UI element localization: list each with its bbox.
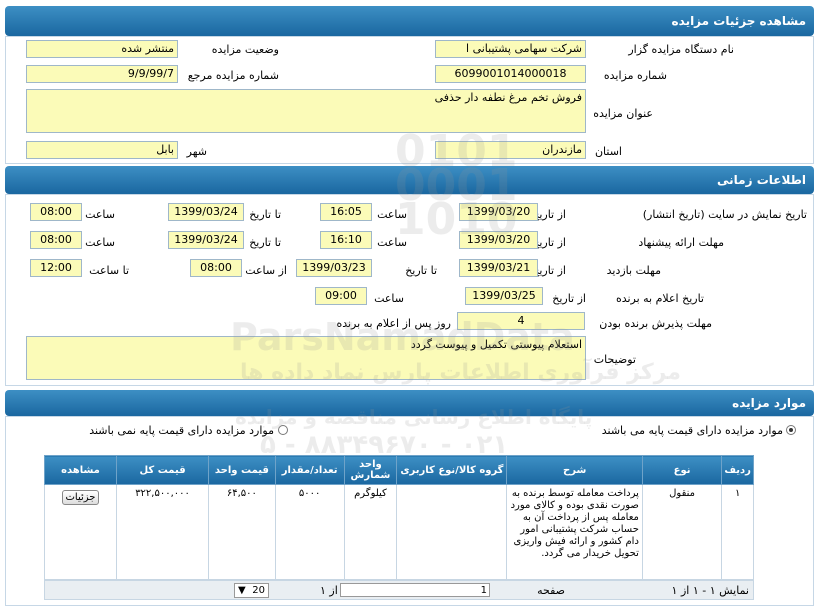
- visit-to-time: 12:00: [30, 259, 82, 277]
- announce-time-label: ساعت: [374, 292, 404, 305]
- subject-label: عنوان مزایده: [593, 107, 653, 120]
- notes-field: استعلام پیوستی تکمیل و پیوست گردد: [26, 336, 586, 380]
- announce-label: تاریخ اعلام به برنده: [615, 292, 704, 305]
- province-field: مازندران: [435, 141, 586, 159]
- status-label: وضعیت مزایده: [211, 43, 279, 56]
- details-header: مشاهده جزئیات مزایده: [5, 6, 814, 36]
- org-field: شرکت سهامی پشتیبانی ا: [435, 40, 586, 58]
- column-header: تعداد/مقدار: [274, 455, 345, 485]
- items-table: ردیف نوع شرح گروه کالا/نوع کاربری واحد ش…: [43, 455, 754, 580]
- ref-number-label: شماره مزایده مرجع: [187, 69, 279, 82]
- ref-number-field: 9/9/99/7: [26, 65, 178, 83]
- publish-range-label: تاریخ نمایش در سایت (تاریخ انتشار): [642, 208, 807, 221]
- visit-from-time: 08:00: [190, 259, 242, 277]
- cell-group: [396, 484, 508, 580]
- visit-to-date: 1399/03/23: [296, 259, 372, 277]
- city-label: شهر: [186, 145, 207, 158]
- pager-bar: نمایش ۱ - ۱ از ۱ صفحه 1 از ۱ ▼ 20: [44, 580, 754, 600]
- offer-time1-label: ساعت: [377, 236, 407, 249]
- offer-to-date: 1399/03/24: [168, 231, 244, 249]
- page-size-value: 20: [252, 585, 265, 596]
- offer-time2: 08:00: [30, 231, 82, 249]
- radio-without-base-price[interactable]: [278, 425, 288, 435]
- cell-index: ۱: [721, 484, 754, 580]
- column-header: گروه کالا/نوع کاربری: [396, 455, 508, 485]
- column-header: ردیف: [721, 455, 754, 485]
- auction-details-page: مشاهده جزئیات مزایده نام دستگاه مزایده گ…: [0, 0, 819, 611]
- announce-time: 09:00: [315, 287, 367, 305]
- visit-range-label: مهلت بازدید: [606, 264, 661, 277]
- column-header: مشاهده: [43, 455, 118, 485]
- offer-time1: 16:10: [320, 231, 372, 249]
- radio-without-base-price-label: موارد مزایده دارای قیمت پایه نمی باشند: [89, 424, 274, 437]
- timing-header: اطلاعات زمانی: [5, 166, 814, 194]
- table-header-row: ردیف نوع شرح گروه کالا/نوع کاربری واحد ش…: [43, 455, 754, 485]
- subject-field: فروش تخم مرغ نطفه دار حذفی: [26, 89, 586, 133]
- cell-view: جزئیات: [43, 484, 118, 580]
- visit-to-time-label: تا ساعت: [89, 264, 129, 277]
- city-field: بابل: [26, 141, 178, 159]
- cell-total-price: ۳۲۲,۵۰۰,۰۰۰: [116, 484, 210, 580]
- radio-with-base-price-label: موارد مزایده دارای قیمت پایه می باشند: [601, 424, 783, 437]
- cell-type: منقول: [641, 484, 723, 580]
- details-title: مشاهده جزئیات مزایده: [671, 14, 806, 28]
- details-button[interactable]: جزئیات: [61, 490, 100, 505]
- pager-page-input[interactable]: 1: [340, 583, 490, 597]
- timing-title: اطلاعات زمانی: [717, 173, 806, 187]
- acceptance-label: مهلت پذیرش برنده بودن: [599, 317, 712, 330]
- column-header: واحد شمارش: [343, 455, 398, 485]
- publish-time1-label: ساعت: [377, 208, 407, 221]
- notes-label: توضیحات: [593, 353, 636, 366]
- table-row: ۱ منقول پرداخت معامله توسط برنده به صورت…: [43, 484, 754, 580]
- number-field: 6099001014000018: [435, 65, 586, 83]
- publish-time1: 16:05: [320, 203, 372, 221]
- publish-from-date: 1399/03/20: [459, 203, 538, 221]
- status-field: منتشر شده: [26, 40, 178, 58]
- province-label: استان: [594, 145, 622, 158]
- page-size-select[interactable]: ▼ 20: [234, 583, 269, 598]
- pager-of-label: از ۱: [320, 584, 338, 597]
- publish-time2: 08:00: [30, 203, 82, 221]
- radio-with-base-price[interactable]: [786, 425, 796, 435]
- announce-date: 1399/03/25: [465, 287, 543, 305]
- offer-time2-label: ساعت: [85, 236, 115, 249]
- acceptance-suffix: روز پس از اعلام به برنده: [336, 317, 451, 330]
- visit-from-date: 1399/03/21: [459, 259, 538, 277]
- pager-summary: نمایش ۱ - ۱ از ۱: [671, 584, 749, 597]
- items-header: موارد مزایده: [5, 390, 814, 416]
- number-label: شماره مزایده: [603, 69, 667, 82]
- column-header: قیمت واحد: [208, 455, 276, 485]
- visit-from-time-label: از ساعت: [245, 264, 287, 277]
- column-header: نوع: [641, 455, 723, 485]
- offer-range-label: مهلت ارائه پیشنهاد: [638, 236, 724, 249]
- publish-to-label: تا تاریخ: [249, 208, 281, 221]
- items-title: موارد مزایده: [732, 396, 806, 410]
- page-size-arrow-icon: ▼: [238, 585, 246, 596]
- column-header: شرح: [506, 455, 643, 485]
- publish-to-date: 1399/03/24: [168, 203, 244, 221]
- cell-unit-price: ۶۴,۵۰۰: [208, 484, 276, 580]
- offer-from-date: 1399/03/20: [459, 231, 538, 249]
- pager-page-label: صفحه: [537, 584, 565, 597]
- announce-from-label: از تاریخ: [552, 292, 586, 305]
- cell-quantity: ۵۰۰۰: [274, 484, 345, 580]
- column-header: قیمت کل: [116, 455, 210, 485]
- acceptance-days: 4: [457, 312, 585, 330]
- org-label: نام دستگاه مزایده گزار: [628, 43, 734, 56]
- visit-to-label: تا تاریخ: [405, 264, 437, 277]
- offer-to-label: تا تاریخ: [249, 236, 281, 249]
- cell-description: پرداخت معامله توسط برنده به صورت نقدی بو…: [506, 484, 643, 580]
- cell-unit: کیلوگرم: [343, 484, 398, 580]
- publish-time2-label: ساعت: [85, 208, 115, 221]
